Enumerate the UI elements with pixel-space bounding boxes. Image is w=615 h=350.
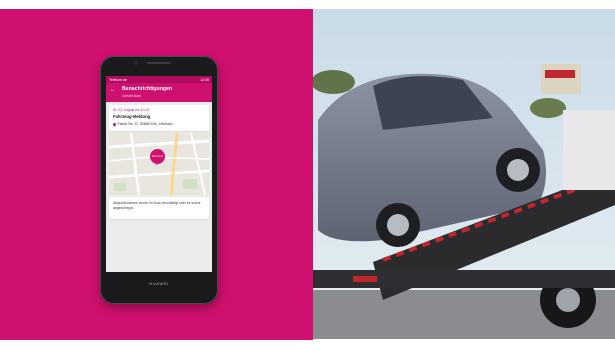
status-carrier: Telekom.de [109,77,127,82]
address-text: Planer Str. 22, 50668 Köln, Deutschl... [117,122,176,126]
smartphone-mockup: Telekom.de 12:08 ← Benachrichtigungen Ge… [100,56,218,304]
speaker-grille [147,62,171,64]
note-card: Abgeschlossene wurde Ihr Auto beschädigt… [109,197,209,219]
map-marker-label: Mein Auto [151,155,164,158]
note-text: Abgeschlossene wurde Ihr Auto beschädigt… [113,201,201,210]
notification-card[interactable]: Di. 22. August um 10:10 Fahrzeug-Meldung… [109,105,209,131]
notification-heading: Fahrzeug-Meldung [113,114,151,119]
phone-screen: Telekom.de 12:08 ← Benachrichtigungen Ge… [106,76,212,272]
map-marker[interactable]: Mein Auto [150,149,165,166]
tow-truck-illustration [313,0,615,350]
magenta-panel: Telekom.de 12:08 ← Benachrichtigungen Ge… [0,0,313,350]
arrow-left-icon[interactable]: ← [110,87,116,93]
map-view[interactable]: Mein Auto [109,133,209,195]
status-time: 12:08 [200,77,209,82]
panel-top-border [0,0,313,9]
panel-bottom-border [0,340,313,350]
location-pin-icon [112,121,117,127]
status-bar: Telekom.de 12:08 [106,76,212,83]
notification-address: Planer Str. 22, 50668 Köln, Deutschl... [112,121,176,127]
tow-truck-photo [313,0,615,350]
app-title: Benachrichtigungen [122,86,173,92]
notification-date: Di. 22. August um 10:10 [113,108,150,112]
camera-icon [134,61,138,65]
app-subtitle: Gehört Auto [122,94,142,98]
promo-banner: Telekom.de 12:08 ← Benachrichtigungen Ge… [0,0,615,350]
app-bar: ← Benachrichtigungen Gehört Auto [106,83,212,102]
phone-brand-label: HUAWEI [149,281,169,286]
map-streets [109,133,209,195]
